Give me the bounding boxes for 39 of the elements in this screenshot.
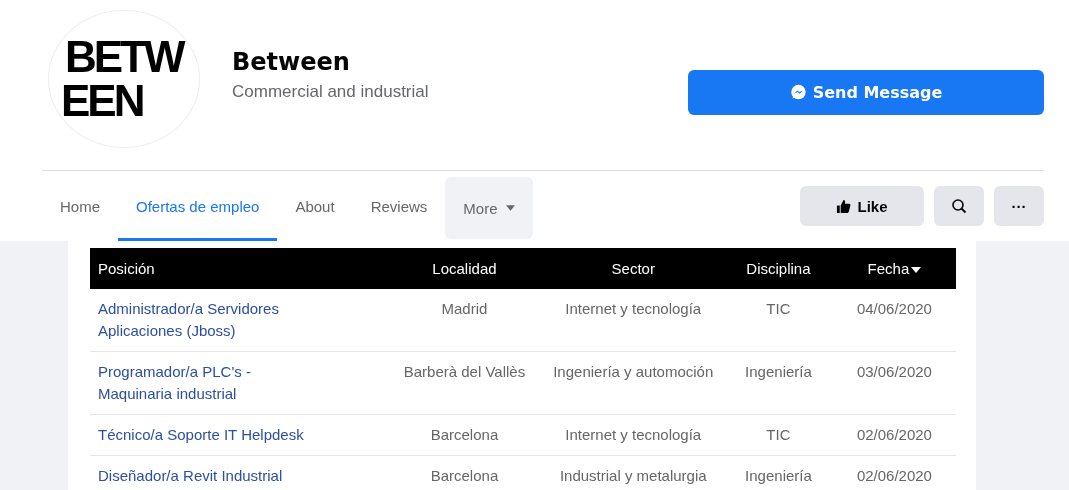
table-cell: Barcelona xyxy=(430,426,499,443)
table-cell: TIC xyxy=(766,300,791,317)
table-cell: Ingeniería y automoción xyxy=(553,363,714,380)
table-cell: Internet y tecnología xyxy=(565,426,702,443)
table-cell: Barcelona xyxy=(430,467,499,484)
column-header[interactable]: Disciplina xyxy=(724,248,833,289)
job-link[interactable]: Programador/a PLC's - Maquinaria industrial xyxy=(98,361,308,405)
job-link[interactable]: Diseñador/a Revit Industrial xyxy=(98,465,308,487)
more-options-button[interactable]: ··· xyxy=(994,186,1044,226)
job-link[interactable]: Técnico/a Soporte IT Helpdesk xyxy=(98,424,308,446)
table-cell: Industrial y metalurgia xyxy=(559,467,707,484)
like-button[interactable]: Like xyxy=(800,186,924,226)
table-cell: TIC xyxy=(766,426,791,443)
page-name: Between xyxy=(232,48,351,76)
nav-tab[interactable]: Home xyxy=(42,174,118,241)
search-icon xyxy=(951,198,967,214)
table-cell: Ingeniería xyxy=(745,467,812,484)
messenger-icon xyxy=(789,83,807,101)
send-message-button[interactable]: Send Message xyxy=(688,69,1044,115)
nav-tab[interactable]: Reviews xyxy=(352,174,446,241)
table-cell: Madrid xyxy=(441,300,488,317)
table-cell: Internet y tecnología xyxy=(565,300,702,317)
caret-icon xyxy=(505,205,515,211)
thumbs-up-icon xyxy=(836,198,852,214)
job-link[interactable]: Administrador/a Servidores Aplicaciones (Jboss) xyxy=(98,298,308,342)
table-cell: Barberà del Vallès xyxy=(403,363,526,380)
table-cell: 02/06/2020 xyxy=(856,426,932,443)
table-cell: 03/06/2020 xyxy=(856,363,932,380)
table-cell: Ingeniería xyxy=(745,363,812,380)
column-header[interactable]: Sector xyxy=(542,248,725,289)
table-cell: 04/06/2020 xyxy=(856,300,932,317)
nav-tab[interactable]: About xyxy=(277,174,353,241)
more-menu-tab[interactable]: More xyxy=(445,177,533,239)
search-button[interactable] xyxy=(934,186,984,226)
page-category: Commercial and industrial xyxy=(232,82,429,102)
table-cell: 02/06/2020 xyxy=(856,467,932,484)
column-header[interactable]: Localidad xyxy=(386,248,543,289)
column-header[interactable]: Posición xyxy=(90,248,387,289)
column-header[interactable]: Fecha xyxy=(832,248,956,289)
